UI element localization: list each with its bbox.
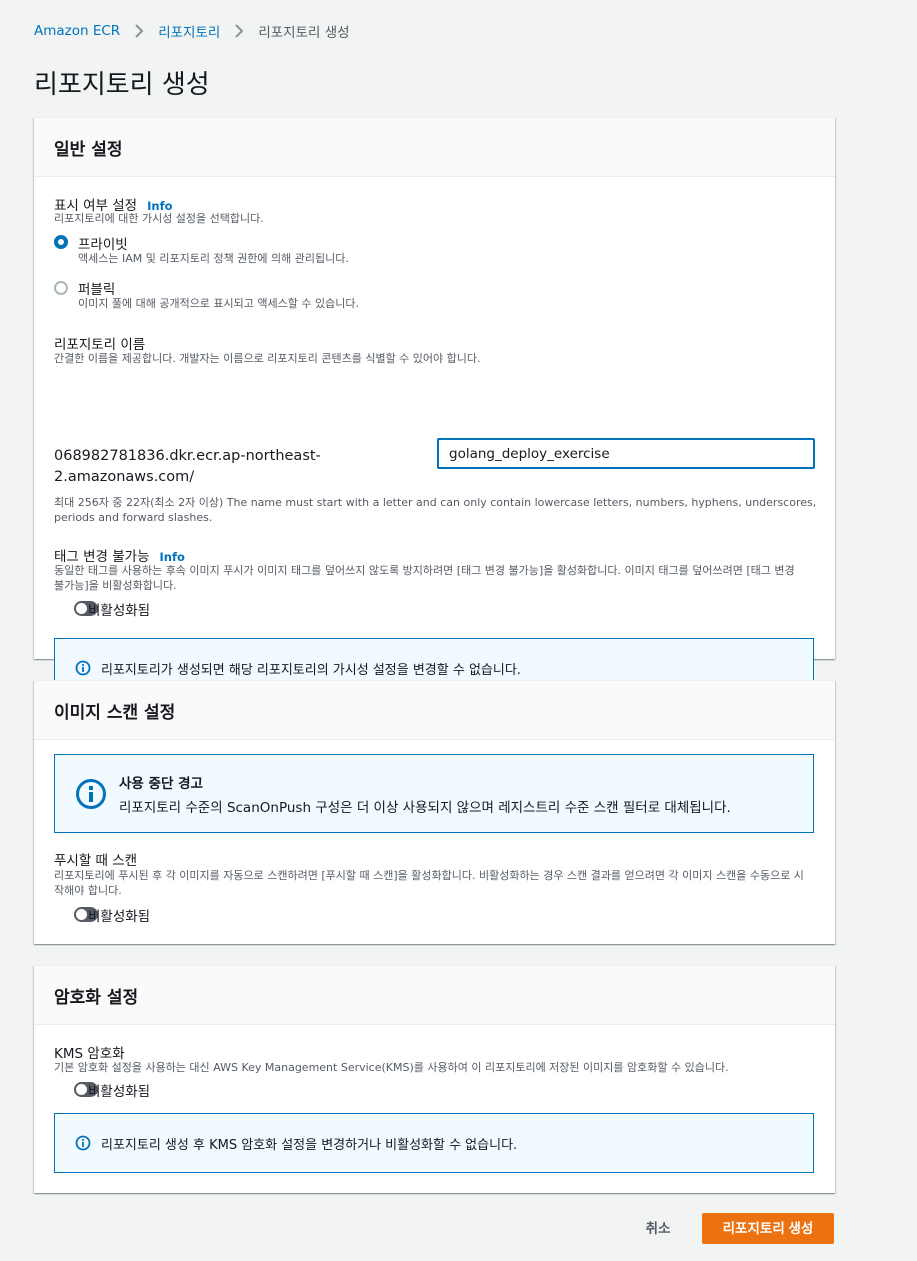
create-repository-button[interactable]: 리포지토리 생성 bbox=[702, 1213, 834, 1244]
cancel-button[interactable]: 취소 bbox=[628, 1214, 688, 1244]
deprecation-warning-title: 사용 중단 경고 bbox=[119, 775, 203, 792]
info-icon bbox=[75, 660, 91, 676]
breadcrumb: Amazon ECR 리포지토리 리포지토리 생성 bbox=[34, 21, 350, 41]
chevron-right-icon bbox=[135, 24, 144, 38]
encryption-title: 암호화 설정 bbox=[54, 987, 139, 1008]
scan-on-push-state: 비활성화됨 bbox=[88, 909, 151, 925]
kms-label: KMS 암호화 bbox=[54, 1046, 125, 1062]
repo-name-label: 리포지토리 이름 bbox=[54, 337, 146, 353]
kms-info-alert: 리포지토리 생성 후 KMS 암호화 설정을 변경하거나 비활성화할 수 없습니… bbox=[54, 1113, 814, 1173]
repo-name-constraint: 최대 256자 중 22자(최소 2자 이상) The name must st… bbox=[54, 496, 817, 524]
tag-immutability-desc: 동일한 태그를 사용하는 후속 이미지 푸시가 이미지 태그를 덮어쓰지 않도록… bbox=[54, 564, 795, 592]
breadcrumb-amazon-ecr[interactable]: Amazon ECR bbox=[34, 23, 120, 39]
repo-name-desc: 간결한 이름을 제공합니다. 개발자는 이름으로 리포지토리 콘텐츠를 식별할 … bbox=[54, 352, 481, 365]
deprecation-warning-text: 리포지토리 수준의 ScanOnPush 구성은 더 이상 사용되지 않으며 레… bbox=[119, 799, 731, 816]
public-radio[interactable] bbox=[54, 281, 68, 295]
kms-alert-text: 리포지토리 생성 후 KMS 암호화 설정을 변경하거나 비활성화할 수 없습니… bbox=[101, 1137, 518, 1153]
chevron-right-icon bbox=[235, 24, 244, 38]
kms-state: 비활성화됨 bbox=[88, 1084, 151, 1100]
encryption-panel: 암호화 설정 KMS 암호화 기본 암호화 설정을 사용하는 대신 AWS Ke… bbox=[34, 965, 835, 1193]
image-scan-title: 이미지 스캔 설정 bbox=[54, 702, 176, 723]
visibility-alert-text: 리포지토리가 생성되면 해당 리포지토리의 가시성 설정을 변경할 수 없습니다… bbox=[101, 662, 521, 678]
general-settings-panel: 일반 설정 표시 여부 설정 Info 리포지토리에 대한 가시성 설정을 선택… bbox=[34, 117, 835, 698]
private-radio[interactable] bbox=[54, 235, 68, 249]
encryption-header: 암호화 설정 bbox=[34, 966, 835, 1025]
tag-immutability-label: 태그 변경 불가능 bbox=[54, 549, 150, 565]
kms-desc: 기본 암호화 설정을 사용하는 대신 AWS Key Management Se… bbox=[54, 1061, 729, 1074]
breadcrumb-repositories[interactable]: 리포지토리 bbox=[158, 21, 220, 41]
image-scan-header: 이미지 스캔 설정 bbox=[34, 681, 835, 740]
scan-on-push-label: 푸시할 때 스캔 bbox=[54, 853, 138, 869]
repo-uri-prefix: 068982781836.dkr.ecr.ap-northeast- 2.ama… bbox=[54, 448, 321, 485]
public-radio-option[interactable] bbox=[54, 280, 68, 299]
visibility-desc: 리포지토리에 대한 가시성 설정을 선택합니다. bbox=[54, 212, 264, 225]
private-label: 프라이빗 bbox=[78, 237, 128, 253]
info-icon bbox=[75, 1135, 91, 1151]
public-label: 퍼블릭 bbox=[78, 282, 116, 298]
private-radio-option[interactable] bbox=[54, 234, 68, 253]
scan-on-push-desc: 리포지토리에 푸시된 후 각 이미지를 자동으로 스캔하려면 [푸시할 때 스캔… bbox=[54, 869, 804, 897]
tag-immutability-state: 비활성화됨 bbox=[88, 603, 151, 619]
general-settings-header: 일반 설정 bbox=[34, 118, 835, 177]
general-settings-title: 일반 설정 bbox=[54, 139, 123, 160]
repo-name-input[interactable] bbox=[437, 438, 815, 469]
info-icon bbox=[76, 778, 106, 809]
deprecation-warning-alert: 사용 중단 경고 리포지토리 수준의 ScanOnPush 구성은 더 이상 사… bbox=[54, 754, 814, 833]
breadcrumb-current: 리포지토리 생성 bbox=[258, 25, 350, 41]
private-desc: 액세스는 IAM 및 리포지토리 정책 권한에 의해 관리됩니다. bbox=[78, 252, 349, 265]
tag-immutability-info-link[interactable]: Info bbox=[160, 550, 185, 564]
page-title: 리포지토리 생성 bbox=[34, 70, 210, 100]
image-scan-panel: 이미지 스캔 설정 사용 중단 경고 리포지토리 수준의 ScanOnPush … bbox=[34, 680, 835, 944]
public-desc: 이미지 풀에 대해 공개적으로 표시되고 액세스할 수 있습니다. bbox=[78, 297, 359, 310]
